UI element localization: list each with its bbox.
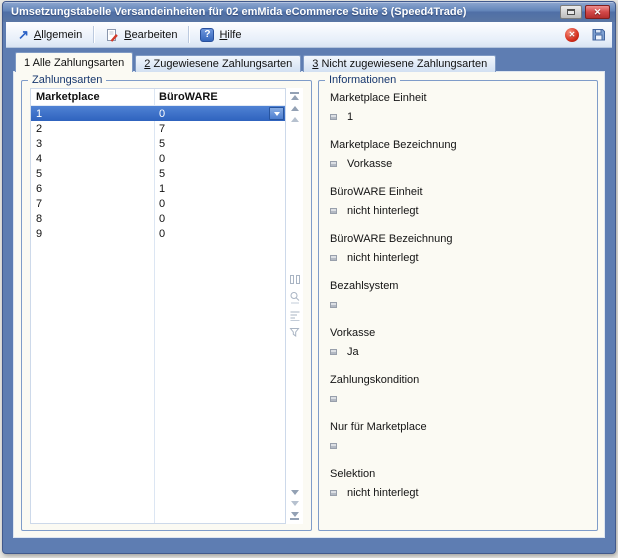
- scroll-top-icon[interactable]: [290, 92, 299, 100]
- table-row[interactable]: 1 0: [31, 106, 285, 121]
- informationen-group-label: Informationen: [325, 74, 400, 87]
- bullet-icon: [330, 161, 337, 167]
- info-field-buroware-bezeichnung: BüroWARE Bezeichnung nicht hinterlegt: [330, 233, 589, 280]
- app-window: Umsetzungstabelle Versandeinheiten für 0…: [2, 1, 616, 554]
- column-header-buroware[interactable]: BüroWARE: [154, 91, 285, 103]
- table-row[interactable]: 6 1: [31, 181, 285, 196]
- maximize-icon: [567, 9, 575, 15]
- bullet-icon: [330, 349, 337, 355]
- table-row[interactable]: 7 0: [31, 196, 285, 211]
- cancel-icon[interactable]: ✕: [565, 28, 579, 42]
- bearbeiten-label: B: [124, 29, 131, 41]
- sort-icon[interactable]: [289, 310, 301, 321]
- tab-nicht-zugewiesene-zahlungsarten[interactable]: 3 Nicht zugewiesene Zahlungsarten: [303, 55, 496, 72]
- tab-strip: 1 Alle Zahlungsarten 2 Zugewiesene Zahlu…: [15, 52, 603, 72]
- title-bar: Umsetzungstabelle Versandeinheiten für 0…: [3, 2, 615, 22]
- info-field-bezahlsystem: Bezahlsystem: [330, 280, 589, 327]
- info-field-buroware-einheit: BüroWARE Einheit nicht hinterlegt: [330, 186, 589, 233]
- info-field-selektion: Selektion nicht hinterlegt: [330, 468, 589, 515]
- tab-zugewiesene-zahlungsarten[interactable]: 2 Zugewiesene Zahlungsarten: [135, 55, 301, 72]
- table-row[interactable]: 3 5: [31, 136, 285, 151]
- bullet-icon: [330, 208, 337, 214]
- close-button[interactable]: ✕: [585, 5, 610, 19]
- toolbar-separator: [188, 26, 189, 43]
- informationen-groupbox: Informationen Marketplace Einheit 1 Mark…: [318, 80, 598, 531]
- page-up-icon[interactable]: [291, 117, 299, 122]
- bullet-icon: [330, 443, 337, 449]
- bullet-icon: [330, 114, 337, 120]
- info-field-vorkasse: Vorkasse Ja: [330, 327, 589, 374]
- bullet-icon: [330, 490, 337, 496]
- window-title: Umsetzungstabelle Versandeinheiten für 0…: [11, 6, 557, 18]
- close-icon: ✕: [594, 7, 602, 18]
- search-icon[interactable]: [289, 291, 301, 304]
- toolbar: ↗ Allgemein Bearbeiten ? Hilfe ✕: [6, 22, 612, 48]
- table-header: Marketplace BüroWARE: [31, 89, 285, 106]
- chevron-down-icon: [274, 112, 280, 116]
- dropdown-button[interactable]: [269, 107, 284, 120]
- grid-tool-strip: [286, 88, 303, 524]
- table-row[interactable]: 8 0: [31, 211, 285, 226]
- bullet-icon: [330, 255, 337, 261]
- zahlungsarten-groupbox: Zahlungsarten Marketplace BüroWARE 1 0 2…: [21, 80, 312, 531]
- page-down-icon[interactable]: [291, 501, 299, 506]
- toolbar-separator: [93, 26, 94, 43]
- info-field-zahlungskondition: Zahlungskondition: [330, 374, 589, 421]
- move-down-icon[interactable]: [291, 490, 299, 495]
- info-field-marketplace-bezeichnung: Marketplace Bezeichnung Vorkasse: [330, 139, 589, 186]
- arrow-up-right-icon: ↗: [18, 29, 29, 40]
- info-field-marketplace-einheit: Marketplace Einheit 1: [330, 92, 589, 139]
- hilfe-button[interactable]: ? Hilfe: [194, 25, 247, 45]
- edit-note-icon: [105, 28, 119, 42]
- move-up-icon[interactable]: [291, 106, 299, 111]
- tab-alle-zahlungsarten[interactable]: 1 Alle Zahlungsarten: [15, 52, 133, 72]
- allgemein-button[interactable]: ↗ Allgemein: [12, 26, 88, 44]
- table-row[interactable]: 4 0: [31, 151, 285, 166]
- save-icon[interactable]: [591, 27, 606, 42]
- info-field-nur-fuer-marketplace: Nur für Marketplace: [330, 421, 589, 468]
- help-icon: ?: [200, 28, 214, 42]
- column-header-marketplace[interactable]: Marketplace: [31, 91, 154, 103]
- table-row[interactable]: 5 5: [31, 166, 285, 181]
- info-fields: Marketplace Einheit 1 Marketplace Bezeic…: [330, 92, 589, 515]
- zahlungsarten-group-label: Zahlungsarten: [28, 74, 106, 87]
- payment-table[interactable]: Marketplace BüroWARE 1 0 2 7 3 5: [30, 88, 286, 524]
- column-select-icon[interactable]: [289, 274, 301, 285]
- bullet-icon: [330, 396, 337, 402]
- content-panel: Zahlungsarten Marketplace BüroWARE 1 0 2…: [13, 71, 605, 538]
- maximize-button[interactable]: [560, 5, 582, 19]
- table-row[interactable]: 9 0: [31, 226, 285, 241]
- table-row[interactable]: 2 7: [31, 121, 285, 136]
- bearbeiten-button[interactable]: Bearbeiten: [99, 25, 183, 45]
- scroll-bottom-icon[interactable]: [290, 512, 299, 520]
- bullet-icon: [330, 302, 337, 308]
- filter-icon[interactable]: [289, 327, 301, 338]
